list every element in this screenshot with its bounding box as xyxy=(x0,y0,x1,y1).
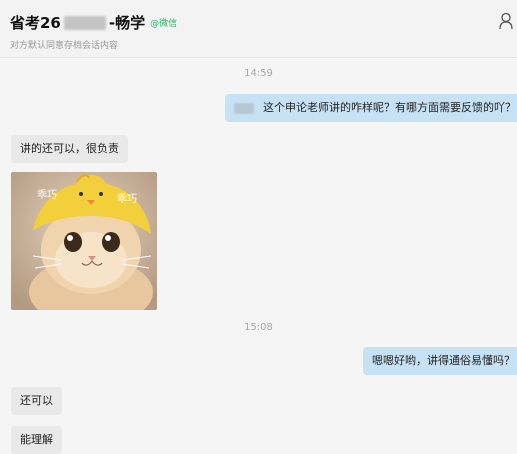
cat-sticker[interactable]: 乖巧 乖巧 xyxy=(11,172,157,310)
message-text: 还可以 xyxy=(20,394,53,407)
message-left[interactable]: 讲的还可以，很负责 xyxy=(11,135,128,163)
chat-header: 省考26 ‑畅学 @微信 对方默认同意存档会话内容 xyxy=(0,0,517,58)
message-text: 这个申论老师讲的咋样呢？有哪方面需要反馈的吖？ xyxy=(263,101,516,114)
wechat-tag: @微信 xyxy=(150,19,178,29)
user-icon[interactable] xyxy=(499,12,515,30)
redacted-text xyxy=(234,102,254,114)
timestamp: 15:08 xyxy=(244,322,273,333)
message-text: 嗯嗯好哟，讲得通俗易懂吗？ xyxy=(372,354,515,367)
message-text: 讲的还可以，很负责 xyxy=(20,142,119,155)
archive-notice: 对方默认同意存档会话内容 xyxy=(10,41,119,51)
message-text: 能理解 xyxy=(20,433,53,446)
message-left[interactable]: 还可以 xyxy=(11,387,62,415)
message-right[interactable]: 这个申论老师讲的咋样呢？有哪方面需要反馈的吖？ xyxy=(225,94,517,122)
cat-sticker-image: 乖巧 乖巧 xyxy=(11,172,157,310)
redacted-name xyxy=(63,15,106,30)
sticker-label-left: 乖巧 xyxy=(37,189,57,201)
timestamp: 14:59 xyxy=(244,68,273,79)
sticker-label-right: 乖巧 xyxy=(117,193,137,205)
chat-name-end: ‑畅学 xyxy=(108,14,146,32)
message-left[interactable]: 能理解 xyxy=(11,426,62,454)
chat-name-start: 省考26 xyxy=(10,14,61,32)
message-right[interactable]: 嗯嗯好哟，讲得通俗易懂吗？ xyxy=(363,347,517,375)
chat-title[interactable]: 省考26 ‑畅学 @微信 xyxy=(10,12,177,33)
